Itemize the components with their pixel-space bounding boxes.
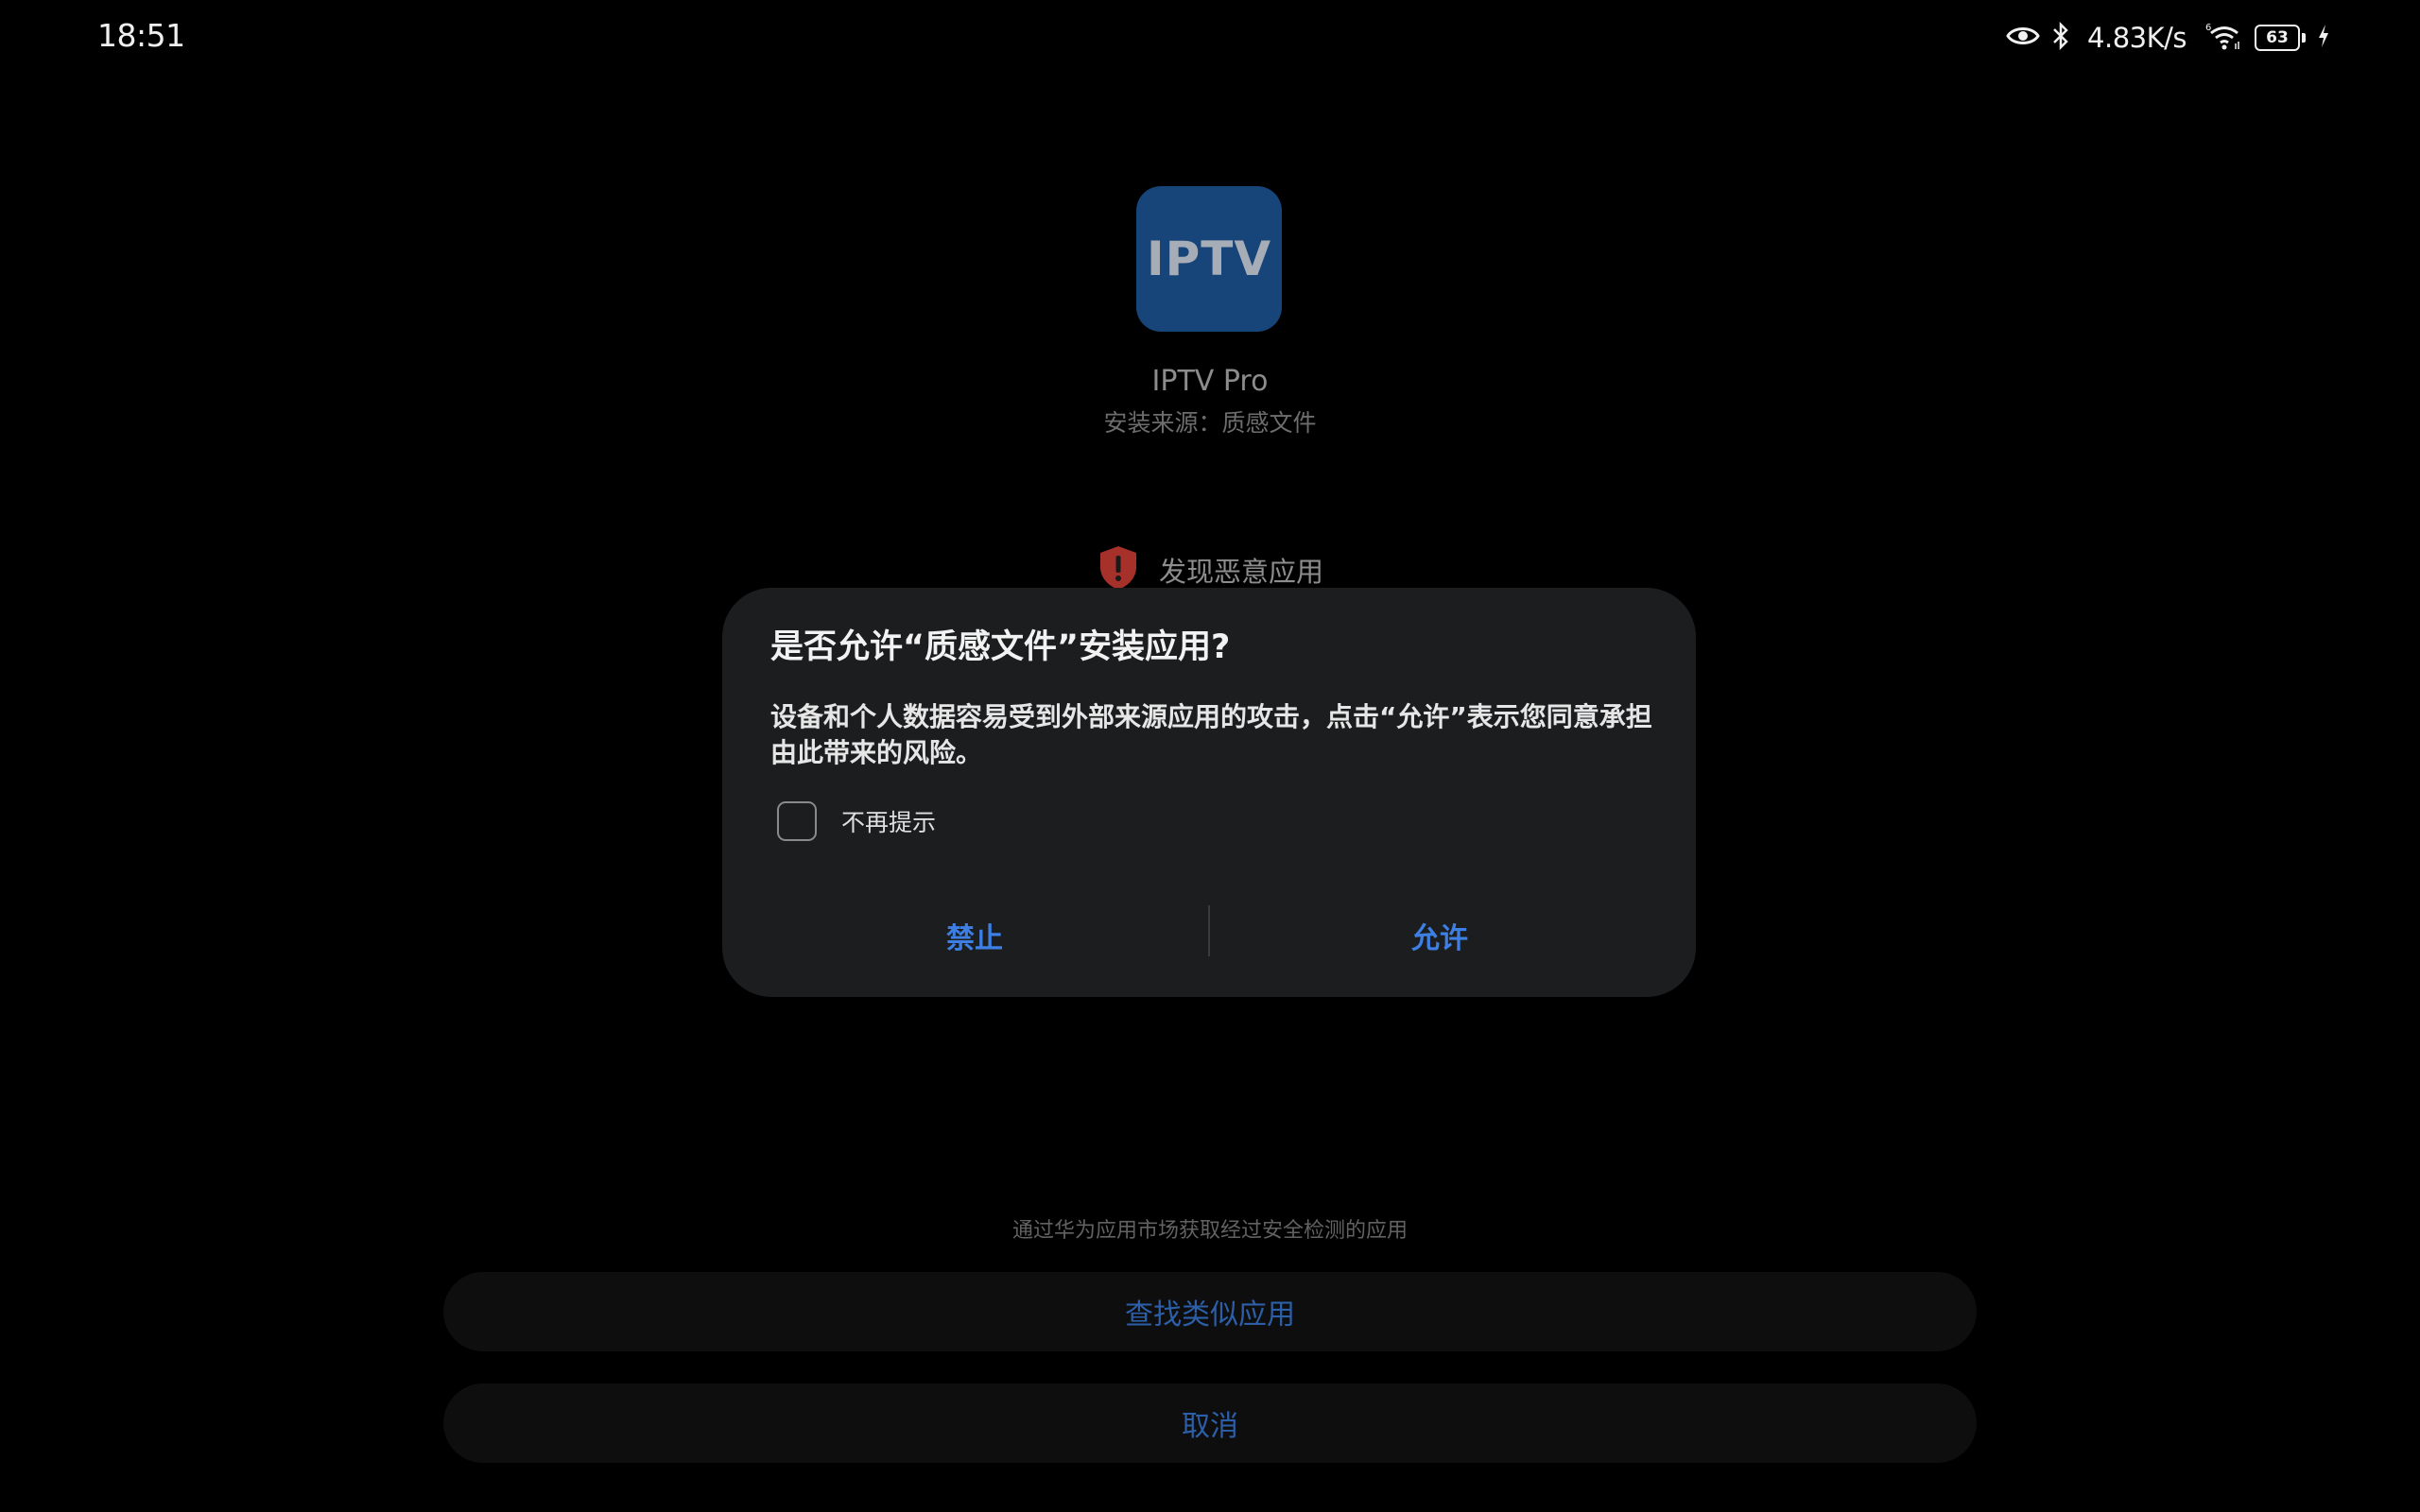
dialog-message: 设备和个人数据容易受到外部来源应用的攻击，点击“允许”表示您同意承担由此带来的风…: [770, 701, 1652, 768]
install-permission-dialog: 是否允许“质感文件”安装应用? 设备和个人数据容易受到外部来源应用的攻击，点击“…: [722, 588, 1696, 997]
dont-remind-checkbox[interactable]: [777, 801, 817, 841]
installer-screen: 18:51 4.83K/s 6 63 IPTV IPTV Pro 安装来源：质感…: [0, 0, 2420, 1512]
eye-icon: [2006, 25, 2040, 51]
find-similar-apps-button[interactable]: 查找类似应用: [443, 1272, 1977, 1351]
market-note: 通过华为应用市场获取经过安全检测的应用: [1011, 1219, 1408, 1243]
warning-label: 发现恶意应用: [1159, 556, 1324, 588]
network-speed: 4.83K/s: [2087, 22, 2187, 54]
svg-text:6: 6: [2205, 23, 2211, 33]
wifi-6-icon: 6: [2205, 21, 2243, 55]
app-icon-text: IPTV: [1146, 232, 1272, 286]
status-time: 18:51: [97, 17, 185, 54]
dont-remind-label: 不再提示: [841, 809, 937, 836]
install-source: 安装来源：质感文件: [1103, 409, 1317, 437]
battery-icon: 63: [2255, 25, 2306, 51]
app-icon: IPTV: [1136, 186, 1282, 332]
dialog-title: 是否允许“质感文件”安装应用?: [770, 628, 1231, 666]
status-icons: 4.83K/s 6 63: [2006, 15, 2330, 60]
battery-level: 63: [2266, 28, 2289, 47]
app-name: IPTV Pro: [1151, 365, 1269, 398]
dont-remind-option[interactable]: 不再提示: [777, 801, 936, 841]
allow-button[interactable]: 允许: [1203, 907, 1676, 964]
charging-icon: [2317, 24, 2330, 52]
deny-button[interactable]: 禁止: [738, 907, 1211, 964]
cancel-install-button[interactable]: 取消: [443, 1383, 1977, 1463]
bluetooth-icon: [2051, 21, 2070, 54]
